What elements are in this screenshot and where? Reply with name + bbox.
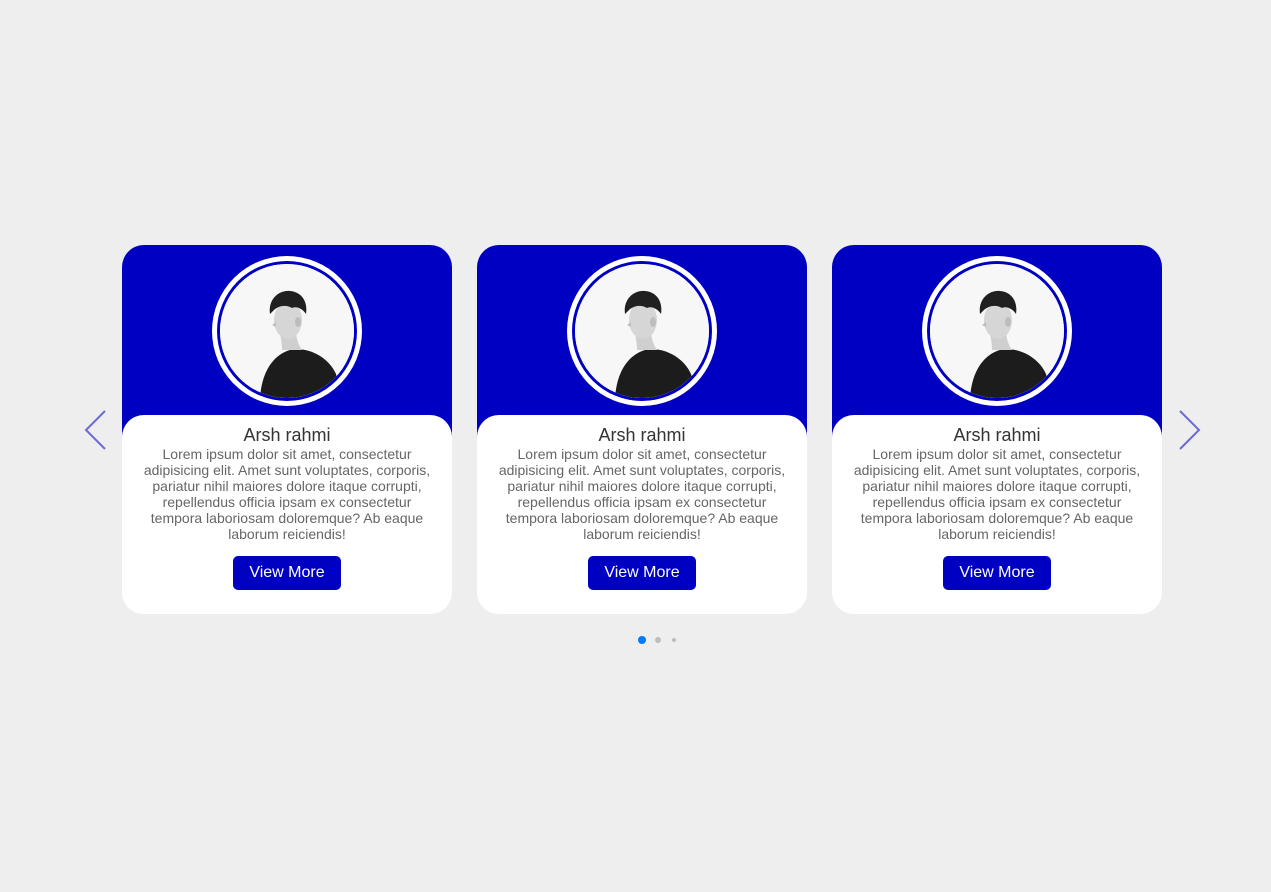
slider-next-button[interactable] [1176, 409, 1202, 451]
card-description: Lorem ipsum dolor sit amet, consectetur … [853, 446, 1141, 542]
profile-card: Arsh rahmi Lorem ipsum dolor sit amet, c… [122, 245, 452, 614]
slider-pagination [0, 632, 1271, 648]
view-more-button[interactable]: View More [233, 556, 341, 590]
profile-card: Arsh rahmi Lorem ipsum dolor sit amet, c… [477, 245, 807, 614]
pagination-dot[interactable] [672, 638, 676, 642]
chevron-right-icon [1179, 410, 1201, 450]
profile-photo [930, 264, 1064, 398]
pagination-dot-active[interactable] [638, 636, 646, 644]
chevron-left-icon [84, 410, 106, 450]
profile-photo [575, 264, 709, 398]
card-description: Lorem ipsum dolor sit amet, consectetur … [143, 446, 431, 542]
card-name: Arsh rahmi [598, 425, 686, 445]
card-name: Arsh rahmi [243, 425, 331, 445]
profile-photo [220, 264, 354, 398]
pagination-dot[interactable] [655, 637, 661, 643]
view-more-button[interactable]: View More [588, 556, 696, 590]
card-name: Arsh rahmi [953, 425, 1041, 445]
card-description: Lorem ipsum dolor sit amet, consectetur … [498, 446, 786, 542]
view-more-button[interactable]: View More [943, 556, 1051, 590]
card-slider: Arsh rahmi Lorem ipsum dolor sit amet, c… [0, 0, 1271, 892]
avatar [567, 256, 717, 406]
cards-track: Arsh rahmi Lorem ipsum dolor sit amet, c… [122, 245, 1162, 614]
slider-prev-button[interactable] [83, 409, 109, 451]
avatar [212, 256, 362, 406]
profile-card: Arsh rahmi Lorem ipsum dolor sit amet, c… [832, 245, 1162, 614]
avatar [922, 256, 1072, 406]
